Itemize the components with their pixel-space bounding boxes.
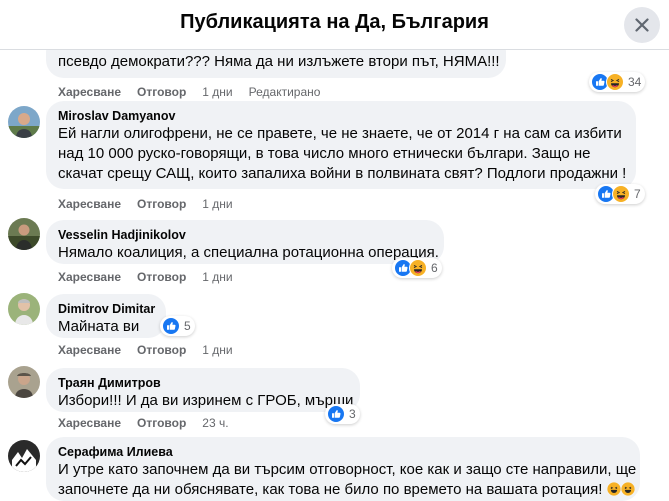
reaction-summary[interactable]: 5 (160, 316, 195, 336)
user-photo-icon (8, 366, 40, 398)
close-icon (635, 18, 649, 32)
comment-text: над 10 000 руско-говорящи, в това число … (58, 145, 591, 162)
like-button[interactable]: Харесване (58, 416, 121, 430)
comment-timestamp[interactable]: 1 дни (202, 197, 232, 211)
reply-button[interactable]: Отговор (137, 416, 186, 430)
reply-button[interactable]: Отговор (137, 197, 186, 211)
comment-author[interactable]: Miroslav Damyanov (58, 108, 624, 124)
user-photo-icon (8, 106, 40, 138)
comment-author[interactable]: Dimitrov Dimitar (58, 301, 155, 317)
reaction-summary[interactable]: 3 (325, 404, 360, 424)
haha-emoji-icon (621, 482, 635, 496)
user-photo-icon (8, 218, 40, 250)
reaction-count: 34 (628, 75, 642, 89)
comment-author[interactable]: Vesselin Hadjinikolov (58, 227, 432, 243)
like-button[interactable]: Харесване (58, 85, 121, 99)
like-button[interactable]: Харесване (58, 270, 121, 284)
haha-reaction-icon (612, 185, 630, 203)
comment-bubble: Серафима Илиева И утре като започнем да … (46, 437, 640, 501)
comment-author[interactable]: Серафима Илиева (58, 444, 628, 460)
user-photo-icon (8, 440, 40, 472)
comment-text: започнете да ни обяснявате, как това не … (58, 481, 603, 498)
like-reaction-icon (162, 317, 180, 335)
like-button[interactable]: Харесване (58, 343, 121, 357)
comment-actions: Харесване Отговор 1 дни (58, 197, 249, 211)
comment-text: скачат срещу САЩ, които запалиха войни в… (58, 165, 627, 182)
reply-button[interactable]: Отговор (137, 85, 186, 99)
comment-actions: Харесване Отговор 1 дни (58, 343, 249, 357)
comment-bubble: Траян Димитров Избори!!! И да ви изринем… (46, 368, 360, 412)
comment-text: Майната ви (58, 318, 140, 335)
comment-timestamp[interactable]: 1 дни (202, 85, 232, 99)
comment-author[interactable]: Траян Димитров (58, 375, 348, 391)
reaction-count: 3 (349, 407, 356, 421)
avatar[interactable] (8, 440, 40, 472)
page-title: Публикацията на Да, България (180, 11, 489, 33)
comment-timestamp[interactable]: 23 ч. (202, 416, 228, 430)
dialog-header: Публикацията на Да, България (0, 0, 669, 50)
reaction-summary[interactable]: 34 (589, 72, 646, 92)
comment-text: Ей нагли олигофрени, не се правете, че н… (58, 125, 622, 142)
avatar[interactable] (8, 293, 40, 325)
haha-reaction-icon (606, 73, 624, 91)
comment-actions: Харесване Отговор 23 ч. (58, 416, 245, 430)
edited-label: Редактирано (248, 85, 321, 99)
comment-bubble: Dimitrov Dimitar Майната ви (46, 294, 166, 338)
comment-text: псевдо демократи??? Няма да ни излъжете … (58, 53, 500, 70)
reaction-summary[interactable]: 6 (392, 258, 442, 278)
avatar[interactable] (8, 106, 40, 138)
reply-button[interactable]: Отговор (137, 270, 186, 284)
reaction-count: 7 (634, 187, 641, 201)
comment-actions: Харесване Отговор 1 дни Редактирано (58, 85, 320, 99)
avatar[interactable] (8, 366, 40, 398)
haha-emoji-icon (607, 482, 621, 496)
like-reaction-icon (327, 405, 345, 423)
comment-actions: Харесване Отговор 1 дни (58, 270, 249, 284)
reaction-count: 6 (431, 261, 438, 275)
comment-bubble: Vesselin Hadjinikolov Нямало коалиция, а… (46, 220, 444, 264)
comment-text: Нямало коалиция, а специална ротационна … (58, 244, 439, 261)
like-button[interactable]: Харесване (58, 197, 121, 211)
comment-text: Избори!!! И да ви изринем с ГРОБ, мърши (58, 392, 354, 409)
comment-text: И утре като започнем да ви търсим отгово… (58, 461, 637, 478)
reaction-summary[interactable]: 7 (595, 184, 645, 204)
user-photo-icon (8, 293, 40, 325)
comment-bubble: Miroslav Damyanov Ей нагли олигофрени, н… (46, 101, 636, 189)
reaction-count: 5 (184, 319, 191, 333)
haha-reaction-icon (409, 259, 427, 277)
close-button[interactable] (624, 7, 660, 43)
comment-timestamp[interactable]: 1 дни (202, 343, 232, 357)
reply-button[interactable]: Отговор (137, 343, 186, 357)
avatar[interactable] (8, 218, 40, 250)
comment-timestamp[interactable]: 1 дни (202, 270, 232, 284)
